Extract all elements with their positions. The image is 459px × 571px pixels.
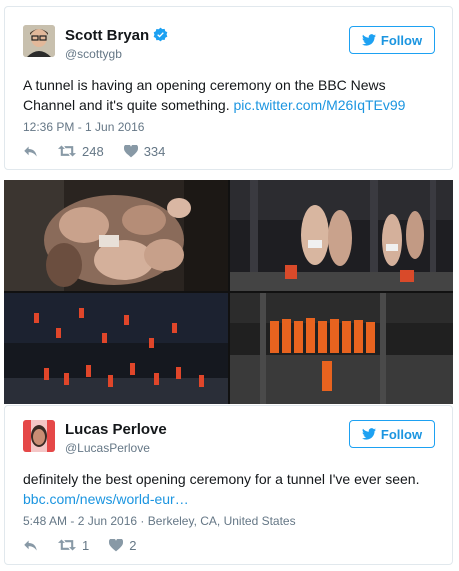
display-name[interactable]: Scott Bryan bbox=[65, 27, 168, 44]
tweet-body: definitely the best opening ceremony for… bbox=[23, 471, 420, 487]
like-heart-icon bbox=[123, 144, 138, 157]
timestamp[interactable]: 5:48 AM - 2 Jun 2016 bbox=[23, 514, 137, 528]
retweet-button[interactable]: 1 bbox=[58, 538, 89, 553]
twitter-bird-icon bbox=[361, 428, 376, 440]
like-button[interactable]: 2 bbox=[109, 538, 136, 553]
verified-badge-icon bbox=[153, 27, 168, 42]
reply-button[interactable] bbox=[23, 145, 38, 158]
like-heart-icon bbox=[109, 538, 124, 551]
tweet-actions: 1 2 bbox=[23, 537, 156, 553]
tweet-text: definitely the best opening ceremony for… bbox=[23, 469, 436, 509]
article-link[interactable]: bbc.com/news/world-eur… bbox=[23, 491, 189, 507]
follow-button[interactable]: Follow bbox=[349, 420, 435, 448]
timestamp-location: 5:48 AM - 2 Jun 2016 · Berkeley, CA, Uni… bbox=[23, 514, 296, 528]
user-handle[interactable]: @LucasPerlove bbox=[65, 441, 150, 455]
reply-icon bbox=[24, 146, 37, 156]
like-count: 334 bbox=[143, 143, 166, 159]
retweet-button[interactable]: 248 bbox=[58, 144, 104, 159]
location[interactable]: Berkeley, CA, United States bbox=[148, 514, 296, 528]
photo-aerial-performers[interactable] bbox=[4, 293, 228, 404]
tweet-actions: 248 334 bbox=[23, 143, 185, 159]
avatar[interactable] bbox=[23, 420, 55, 452]
tweet-text: A tunnel is having an opening ceremony o… bbox=[23, 75, 436, 115]
user-handle[interactable]: @scottygb bbox=[65, 47, 122, 61]
reply-icon bbox=[24, 540, 37, 550]
twitter-bird-icon bbox=[361, 34, 376, 46]
follow-button[interactable]: Follow bbox=[349, 26, 435, 54]
timestamp[interactable]: 12:36 PM - 1 Jun 2016 bbox=[23, 120, 144, 134]
avatar[interactable] bbox=[23, 25, 55, 57]
photo-workers-lineup[interactable] bbox=[230, 293, 453, 404]
retweet-icon bbox=[58, 145, 76, 157]
photo-dancers-tunnel[interactable] bbox=[230, 180, 453, 291]
like-button[interactable]: 334 bbox=[123, 143, 166, 159]
like-count: 2 bbox=[129, 537, 137, 553]
media-link[interactable]: pic.twitter.com/M26IqTEv99 bbox=[233, 97, 405, 113]
display-name[interactable]: Lucas Perlove bbox=[65, 421, 167, 438]
retweet-count: 248 bbox=[82, 143, 104, 159]
follow-label: Follow bbox=[380, 426, 423, 442]
follow-label: Follow bbox=[380, 32, 423, 48]
media-grid[interactable] bbox=[4, 180, 453, 404]
tweet-card-lucas-perlove: Lucas Perlove @LucasPerlove Follow defin… bbox=[4, 405, 453, 565]
retweet-icon bbox=[58, 539, 76, 551]
photo-dancers-pile[interactable] bbox=[4, 180, 228, 291]
meta-separator: · bbox=[140, 514, 148, 528]
retweet-count: 1 bbox=[82, 537, 90, 553]
tweet-card-scott-bryan: Scott Bryan @scottygb Follow A tunnel is… bbox=[4, 6, 453, 170]
reply-button[interactable] bbox=[23, 539, 38, 552]
